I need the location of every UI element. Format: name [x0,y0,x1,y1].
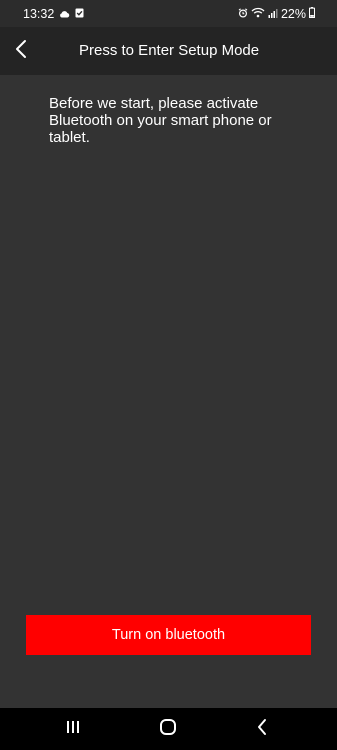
status-right: 22% [238,6,315,21]
status-bar: 13:32 22% [0,0,337,27]
back-icon [256,718,268,741]
status-time: 13:32 [23,6,55,21]
system-nav-bar [0,708,337,750]
battery-percent: 22% [280,6,306,21]
battery-icon [309,6,315,21]
recents-icon [65,719,81,740]
home-button[interactable] [143,708,193,750]
status-left: 13:32 [23,7,84,21]
system-back-button[interactable] [237,708,287,750]
home-icon [159,718,177,741]
chevron-left-icon [14,39,28,64]
back-button[interactable] [6,36,36,66]
check-square-icon [75,7,84,21]
cloud-icon [59,7,70,21]
instruction-text: Before we start, please activate Bluetoo… [49,95,272,146]
page-title: Press to Enter Setup Mode [79,42,260,59]
turn-on-bluetooth-button[interactable]: Turn on bluetooth [26,615,311,655]
wifi-icon [251,7,265,21]
alarm-icon [238,7,248,21]
signal-icon [268,7,278,21]
recents-button[interactable] [48,708,98,750]
app-bar: Press to Enter Setup Mode [0,27,337,75]
